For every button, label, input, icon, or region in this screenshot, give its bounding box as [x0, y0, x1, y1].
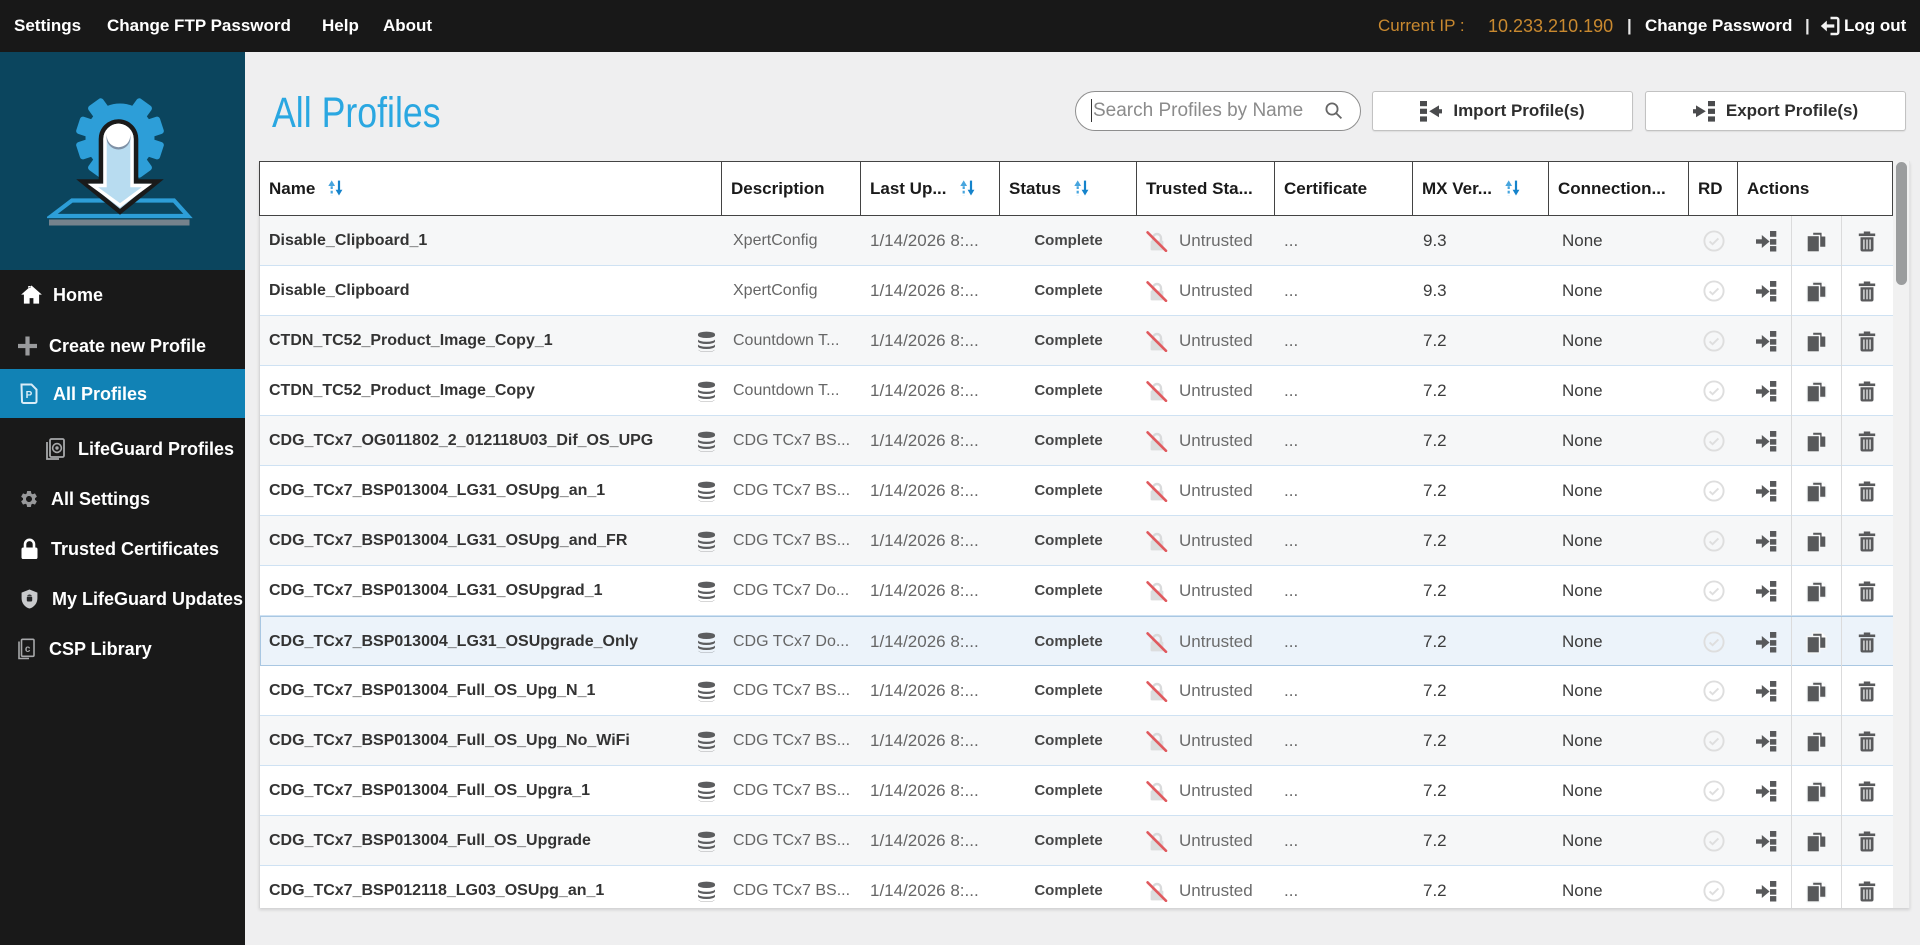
svg-text:P: P	[26, 390, 33, 401]
svg-text:c: c	[25, 644, 31, 655]
